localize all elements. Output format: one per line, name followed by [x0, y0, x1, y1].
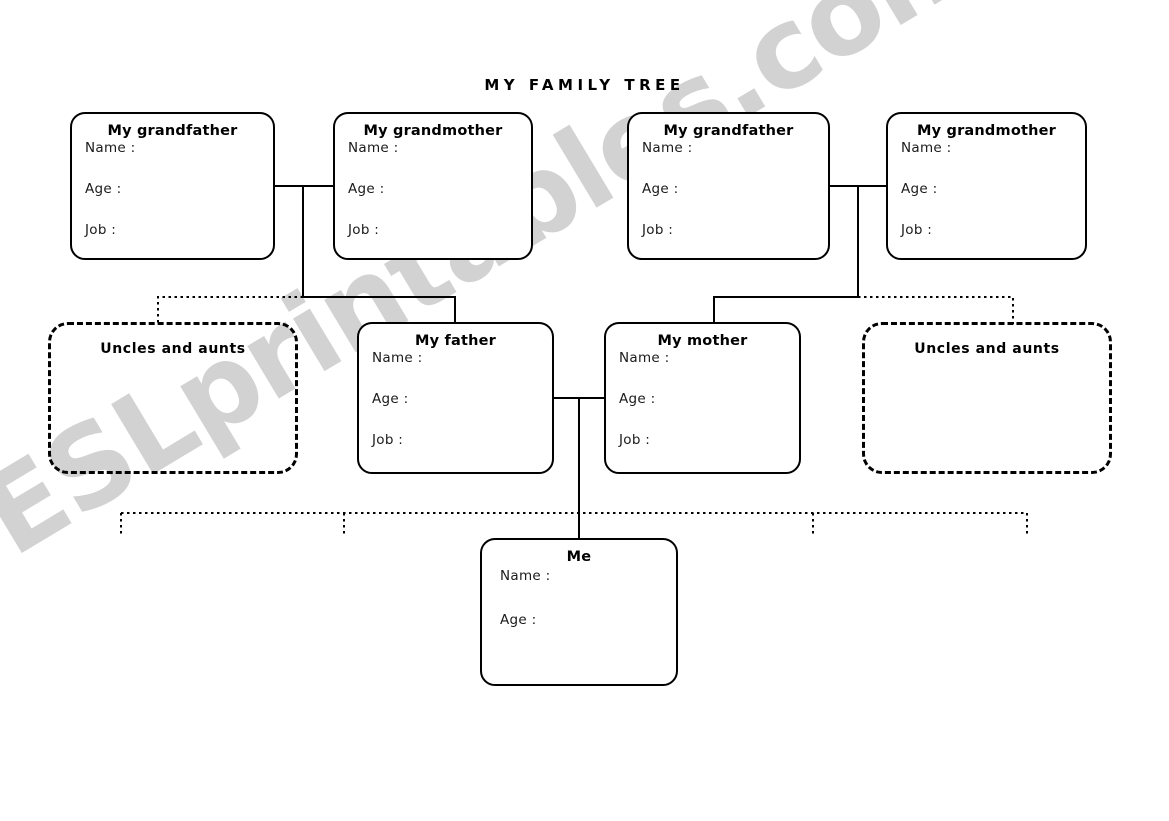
field-age[interactable]: Age :: [85, 181, 273, 197]
field-job[interactable]: Job :: [85, 222, 273, 238]
node-paternal-uncles-aunts[interactable]: Uncles and aunts: [48, 322, 298, 474]
node-title: Me: [566, 549, 592, 565]
field-name[interactable]: Name :: [372, 350, 552, 366]
field-list: Name : Age : Job :: [606, 350, 799, 448]
field-job[interactable]: Job :: [901, 222, 1085, 238]
field-job[interactable]: Job :: [642, 222, 828, 238]
node-father[interactable]: My father Name : Age : Job :: [357, 322, 554, 474]
field-list: Name : Age : Job :: [888, 140, 1085, 238]
node-maternal-uncles-aunts[interactable]: Uncles and aunts: [862, 322, 1112, 474]
field-job[interactable]: Job :: [348, 222, 531, 238]
field-age[interactable]: Age :: [348, 181, 531, 197]
field-name[interactable]: Name :: [85, 140, 273, 156]
node-maternal-grandfather[interactable]: My grandfather Name : Age : Job :: [627, 112, 830, 260]
node-title: My grandmother: [363, 123, 503, 139]
line-to-father: [303, 296, 456, 322]
field-name[interactable]: Name :: [500, 568, 676, 584]
field-list: Name : Age : Job :: [335, 140, 531, 238]
field-age[interactable]: Age :: [619, 391, 799, 407]
field-age[interactable]: Age :: [901, 181, 1085, 197]
field-list: Name : Age : Job :: [359, 350, 552, 448]
field-age[interactable]: Age :: [500, 612, 676, 628]
page-title: MY FAMILY TREE: [484, 76, 685, 94]
node-title: My grandfather: [663, 123, 794, 139]
field-name[interactable]: Name :: [901, 140, 1085, 156]
field-list: Name : Age : Job :: [72, 140, 273, 238]
line-to-paternal-uncles-aunts: [157, 296, 303, 324]
node-title: My mother: [657, 333, 748, 349]
field-name[interactable]: Name :: [619, 350, 799, 366]
node-me[interactable]: Me Name : Age :: [480, 538, 678, 686]
field-name[interactable]: Name :: [348, 140, 531, 156]
field-job[interactable]: Job :: [619, 432, 799, 448]
node-maternal-grandmother[interactable]: My grandmother Name : Age : Job :: [886, 112, 1087, 260]
field-age[interactable]: Age :: [642, 181, 828, 197]
node-paternal-grandmother[interactable]: My grandmother Name : Age : Job :: [333, 112, 533, 260]
node-title: My father: [414, 333, 497, 349]
field-list: Name : Age : Job :: [629, 140, 828, 238]
field-list: Name : Age :: [482, 568, 676, 628]
node-title: My grandfather: [107, 123, 238, 139]
node-mother[interactable]: My mother Name : Age : Job :: [604, 322, 801, 474]
field-age[interactable]: Age :: [372, 391, 552, 407]
node-title: My grandmother: [916, 123, 1057, 139]
field-name[interactable]: Name :: [642, 140, 828, 156]
node-title: Uncles and aunts: [100, 341, 246, 357]
node-paternal-grandfather[interactable]: My grandfather Name : Age : Job :: [70, 112, 275, 260]
line-to-mother: [713, 296, 858, 322]
field-job[interactable]: Job :: [372, 432, 552, 448]
family-tree-worksheet: ESLprintables.com MY FAMILY TREE My gran…: [0, 0, 1169, 821]
line-to-maternal-uncles-aunts: [858, 296, 1014, 324]
node-title: Uncles and aunts: [914, 341, 1060, 357]
